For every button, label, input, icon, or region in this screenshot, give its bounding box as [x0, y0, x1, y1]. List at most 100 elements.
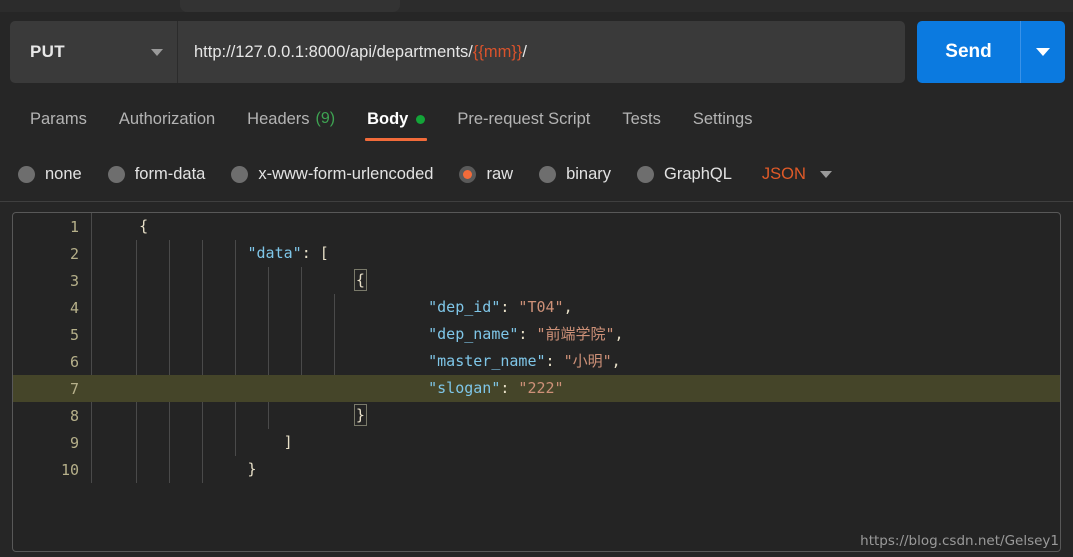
code-line-text: "slogan": "222"	[91, 375, 1060, 402]
json-key: "dep_name"	[428, 325, 519, 343]
code-line[interactable]: 6 "master_name": "小明",	[13, 348, 1060, 375]
line-number: 8	[69, 406, 79, 425]
chevron-down-icon[interactable]	[819, 170, 832, 178]
radio-button-icon[interactable]	[539, 165, 557, 183]
code-line-text: ]	[91, 429, 1060, 456]
line-number: 1	[69, 217, 79, 236]
tab-headers[interactable]: Headers (9)	[231, 96, 351, 142]
body-type-x-www-form-urlencoded[interactable]: x-www-form-urlencoded	[231, 165, 433, 184]
line-number: 6	[69, 352, 79, 371]
send-button[interactable]: Send	[917, 21, 1021, 83]
code-line[interactable]: 7 "slogan": "222"	[13, 375, 1060, 402]
json-key: "master_name"	[428, 352, 546, 370]
chevron-down-icon	[151, 48, 163, 56]
request-section-tabs: Params Authorization Headers (9) Body Pre-req…	[0, 96, 1073, 144]
json-string-value: "小明"	[563, 352, 612, 370]
line-number: 4	[69, 298, 79, 317]
code-line[interactable]: 10 }	[13, 456, 1060, 483]
send-options-button[interactable]	[1021, 48, 1065, 56]
radio-button-icon[interactable]	[231, 165, 249, 183]
url-box: PUT http://127.0.0.1:8000/api/department…	[10, 21, 905, 83]
tab-label: Params	[30, 109, 87, 128]
watermark-text: https://blog.csdn.net/Gelsey1	[860, 533, 1059, 549]
send-button-group[interactable]: Send	[917, 21, 1065, 83]
body-type-none[interactable]: none	[18, 165, 82, 184]
code-line-text: "data": [	[91, 240, 1060, 267]
code-line[interactable]: 1 {	[13, 213, 1060, 240]
code-line-text: }	[91, 402, 1060, 429]
tab-authorization[interactable]: Authorization	[103, 96, 231, 142]
code-line[interactable]: 3 {	[13, 267, 1060, 294]
http-method-label: PUT	[30, 42, 65, 61]
tab-pre-request-script[interactable]: Pre-request Script	[441, 96, 606, 142]
tab-count-badge: (9)	[315, 110, 336, 127]
line-number: 5	[69, 325, 79, 344]
body-type-label: GraphQL	[664, 164, 732, 183]
json-separator: :	[518, 325, 537, 343]
url-prefix-text: http://127.0.0.1:8000/api/departments/	[194, 42, 473, 61]
active-tab-underline	[365, 138, 428, 141]
body-format-select[interactable]: JSON	[762, 165, 806, 184]
json-separator: :	[500, 379, 519, 397]
body-type-label: none	[45, 164, 82, 183]
json-string-value: "T04"	[518, 298, 564, 316]
json-punctuation: ,	[611, 352, 621, 370]
tab-settings[interactable]: Settings	[677, 96, 769, 142]
request-url-row: PUT http://127.0.0.1:8000/api/department…	[0, 12, 1073, 94]
tab-params[interactable]: Params	[14, 96, 103, 142]
request-tab-partial[interactable]	[180, 0, 400, 12]
code-line-text: }	[91, 456, 1060, 483]
tab-label: Pre-request Script	[457, 109, 591, 128]
tab-label: Body	[367, 109, 409, 128]
radio-button-icon[interactable]	[18, 165, 35, 183]
radio-button-icon[interactable]	[107, 165, 125, 183]
code-area[interactable]: 1 {2 "data": [3 {4 "dep_id": "T04", 5 "de…	[13, 213, 1060, 483]
json-punctuation: [	[319, 244, 329, 262]
json-bracket-matched: {	[353, 269, 367, 291]
code-line-text: "master_name": "小明",	[91, 348, 1060, 375]
tab-label: Settings	[692, 109, 753, 128]
tab-label: Headers	[247, 109, 310, 128]
http-method-select[interactable]: PUT	[10, 21, 178, 83]
body-type-label: raw	[486, 164, 514, 183]
json-separator: :	[500, 298, 519, 316]
line-number: 9	[69, 433, 79, 452]
json-punctuation: ,	[614, 325, 624, 343]
url-input[interactable]: http://127.0.0.1:8000/api/departments/{{…	[178, 21, 905, 83]
code-line[interactable]: 5 "dep_name": "前端学院",	[13, 321, 1060, 348]
tab-label: Tests	[622, 109, 661, 128]
json-string-value: "前端学院"	[536, 325, 615, 343]
radio-button-icon[interactable]	[637, 165, 655, 183]
body-type-form-data[interactable]: form-data	[107, 164, 206, 184]
postman-request-pane: PUT http://127.0.0.1:8000/api/department…	[0, 0, 1073, 557]
code-line-text: "dep_id": "T04",	[91, 294, 1060, 321]
code-line[interactable]: 9 ]	[13, 429, 1060, 456]
url-suffix-text: /	[522, 42, 528, 61]
json-key: "dep_id"	[428, 298, 501, 316]
code-line-text: "dep_name": "前端学院",	[91, 321, 1060, 348]
code-line[interactable]: 4 "dep_id": "T04",	[13, 294, 1060, 321]
tab-body[interactable]: Body	[351, 96, 441, 142]
body-type-graphql[interactable]: GraphQL	[637, 165, 732, 184]
chevron-down-icon	[1036, 48, 1050, 56]
code-line-text: {	[91, 267, 1060, 294]
radio-button-icon[interactable]	[459, 165, 477, 183]
url-variable-token: {{mm}}	[472, 42, 523, 61]
line-number: 2	[69, 244, 79, 263]
body-type-binary[interactable]: binary	[539, 165, 611, 184]
line-number: 10	[60, 460, 79, 479]
json-punctuation: ,	[563, 298, 573, 316]
code-line[interactable]: 2 "data": [	[13, 240, 1060, 267]
body-type-label: form-data	[134, 164, 206, 183]
raw-body-editor[interactable]: 1 {2 "data": [3 {4 "dep_id": "T04", 5 "de…	[12, 212, 1061, 552]
json-bracket-matched: }	[353, 404, 367, 426]
tab-tests[interactable]: Tests	[606, 96, 677, 142]
line-number: 7	[69, 379, 79, 398]
json-key: "slogan"	[428, 379, 501, 397]
section-divider	[0, 201, 1073, 202]
body-type-label: binary	[566, 164, 612, 183]
code-line[interactable]: 8 }	[13, 402, 1060, 429]
json-punctuation: {	[139, 217, 149, 235]
body-type-raw[interactable]: raw	[459, 165, 513, 184]
json-punctuation: ]	[283, 433, 293, 451]
